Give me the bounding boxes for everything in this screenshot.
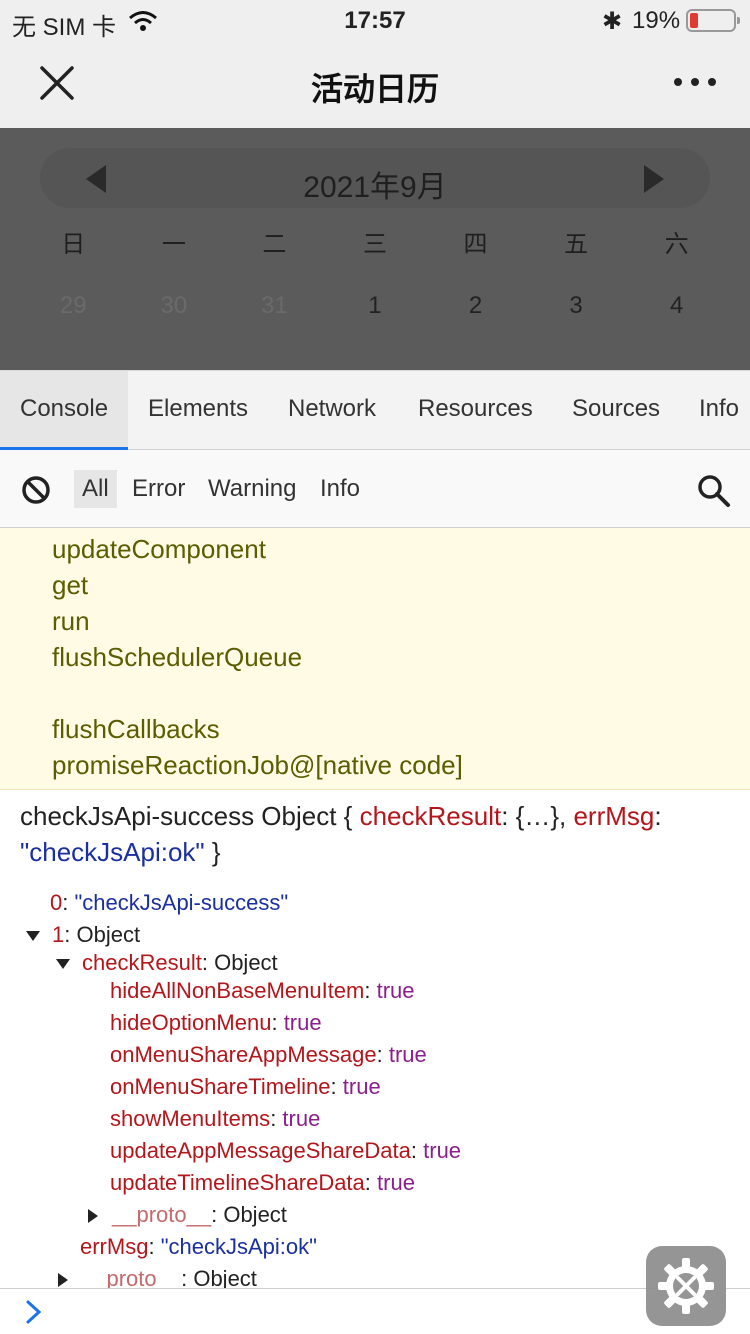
search-icon[interactable] bbox=[697, 474, 731, 508]
console-filter-bar: All Error Warning Info bbox=[0, 450, 750, 528]
calendar-day[interactable]: 1 bbox=[325, 292, 426, 320]
weekday-label: 三 bbox=[362, 231, 387, 258]
calendar-day[interactable]: 3 bbox=[526, 292, 627, 320]
page-title: 活动日历 bbox=[310, 71, 439, 107]
calendar-header: 2021年9月 bbox=[40, 148, 710, 208]
console-log: checkJsApi-success Object { checkResult:… bbox=[0, 790, 750, 1288]
weekday-label: 二 bbox=[262, 231, 287, 258]
calendar-day[interactable]: 4 bbox=[626, 292, 727, 320]
weekday-label: 日 bbox=[61, 231, 86, 258]
calendar-day[interactable]: 2 bbox=[425, 292, 526, 320]
nav-bar: 活动日历 bbox=[0, 40, 750, 128]
devtools-tabs: Console Elements Network Resources Sourc… bbox=[0, 370, 750, 450]
stack-line: get bbox=[52, 570, 89, 600]
stack-line: run bbox=[52, 606, 90, 636]
stack-line: promiseReactionJob@[native code] bbox=[52, 750, 463, 780]
log-proto-outer[interactable]: __proto__: Object bbox=[58, 1266, 257, 1288]
log-prop: updateTimelineShareData: true bbox=[110, 1170, 415, 1195]
log-prop: onMenuShareTimeline: true bbox=[110, 1074, 381, 1099]
expand-arrow-icon[interactable] bbox=[56, 959, 70, 970]
log-summary[interactable]: checkJsApi-success Object { checkResult:… bbox=[20, 798, 735, 870]
warning-stack: updateComponent get run flushSchedulerQu… bbox=[0, 528, 750, 790]
stack-line: updateComponent bbox=[52, 534, 266, 564]
days-row: 29 30 31 1 2 3 4 bbox=[23, 292, 727, 320]
more-icon[interactable] bbox=[672, 70, 718, 94]
expand-arrow-icon[interactable] bbox=[58, 1273, 68, 1288]
calendar-day[interactable]: 30 bbox=[124, 292, 225, 320]
log-prop: hideOptionMenu: true bbox=[110, 1010, 322, 1035]
log-item-0: 0: "checkJsApi-success" bbox=[50, 890, 289, 915]
log-prop: updateAppMessageShareData: true bbox=[110, 1138, 462, 1163]
filter-info[interactable]: Info bbox=[320, 470, 360, 508]
filter-warning[interactable]: Warning bbox=[208, 470, 296, 508]
prompt-chevron-icon bbox=[26, 1300, 42, 1324]
calendar-day[interactable]: 31 bbox=[224, 292, 325, 320]
next-month-icon[interactable] bbox=[644, 165, 664, 193]
gear-icon bbox=[658, 1258, 714, 1314]
weekday-label: 一 bbox=[161, 231, 186, 258]
tab-console[interactable]: Console bbox=[0, 371, 128, 450]
stack-line: flushSchedulerQueue bbox=[52, 642, 303, 672]
log-errmsg: errMsg: "checkJsApi:ok" bbox=[80, 1234, 317, 1259]
console-input[interactable] bbox=[0, 1288, 750, 1334]
battery-icon bbox=[686, 9, 740, 32]
log-proto-inner[interactable]: __proto__: Object bbox=[88, 1202, 287, 1228]
filter-all[interactable]: All bbox=[74, 470, 117, 508]
log-prop: hideAllNonBaseMenuItem: true bbox=[110, 978, 415, 1003]
weekday-label: 六 bbox=[664, 231, 689, 258]
expand-arrow-icon[interactable] bbox=[26, 931, 40, 942]
weekday-label: 四 bbox=[463, 231, 488, 258]
log-item-1[interactable]: 1: Object bbox=[26, 922, 140, 948]
expand-arrow-icon[interactable] bbox=[88, 1209, 98, 1224]
tab-sources[interactable]: Sources bbox=[572, 371, 660, 450]
status-bar: 无 SIM 卡 17:57 ✱ 19% bbox=[0, 0, 750, 41]
tab-network[interactable]: Network bbox=[288, 371, 376, 450]
settings-button[interactable] bbox=[646, 1246, 726, 1326]
stack-line: flushCallbacks bbox=[52, 714, 220, 744]
tab-resources[interactable]: Resources bbox=[418, 371, 533, 450]
tab-info[interactable]: Info bbox=[699, 371, 739, 450]
log-prop: onMenuShareAppMessage: true bbox=[110, 1042, 427, 1067]
clear-console-icon[interactable] bbox=[21, 475, 51, 505]
log-checkresult[interactable]: checkResult: Object bbox=[56, 950, 278, 976]
weekday-row: 日 一 二 三 四 五 六 bbox=[23, 224, 727, 259]
battery-level bbox=[690, 13, 698, 28]
calendar-day[interactable]: 29 bbox=[23, 292, 124, 320]
month-label: 2021年9月 bbox=[303, 171, 447, 204]
weekday-label: 五 bbox=[564, 231, 589, 258]
battery-percent: 19% bbox=[632, 7, 681, 34]
tab-elements[interactable]: Elements bbox=[148, 371, 248, 450]
filter-error[interactable]: Error bbox=[132, 470, 185, 508]
bluetooth-icon: ✱ bbox=[602, 8, 623, 35]
log-prop: showMenuItems: true bbox=[110, 1106, 321, 1131]
calendar: 2021年9月 日 一 二 三 四 五 六 29 30 31 1 2 3 4 bbox=[0, 128, 750, 370]
